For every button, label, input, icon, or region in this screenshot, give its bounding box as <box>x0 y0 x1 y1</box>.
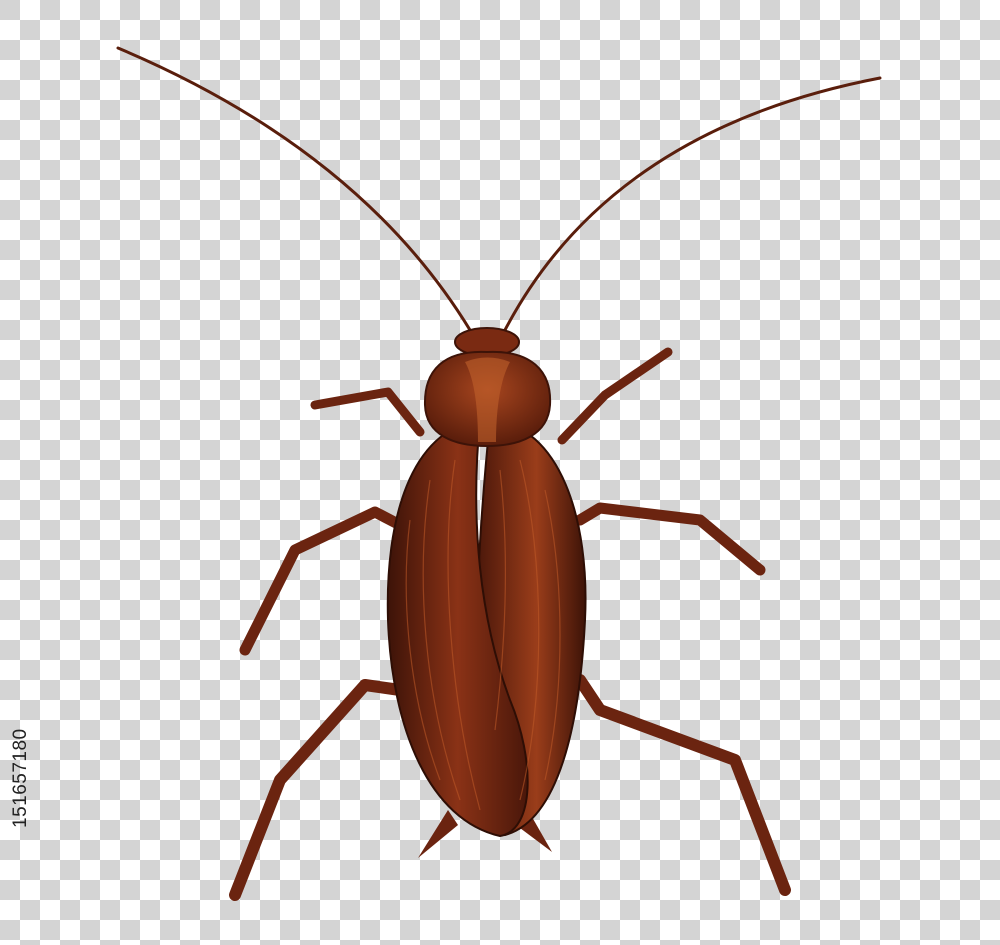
image-canvas: 151657180 151657180 <box>0 0 1000 945</box>
cockroach-illustration: 151657180 <box>0 0 1000 945</box>
stock-id-label: 151657180 <box>10 728 31 828</box>
